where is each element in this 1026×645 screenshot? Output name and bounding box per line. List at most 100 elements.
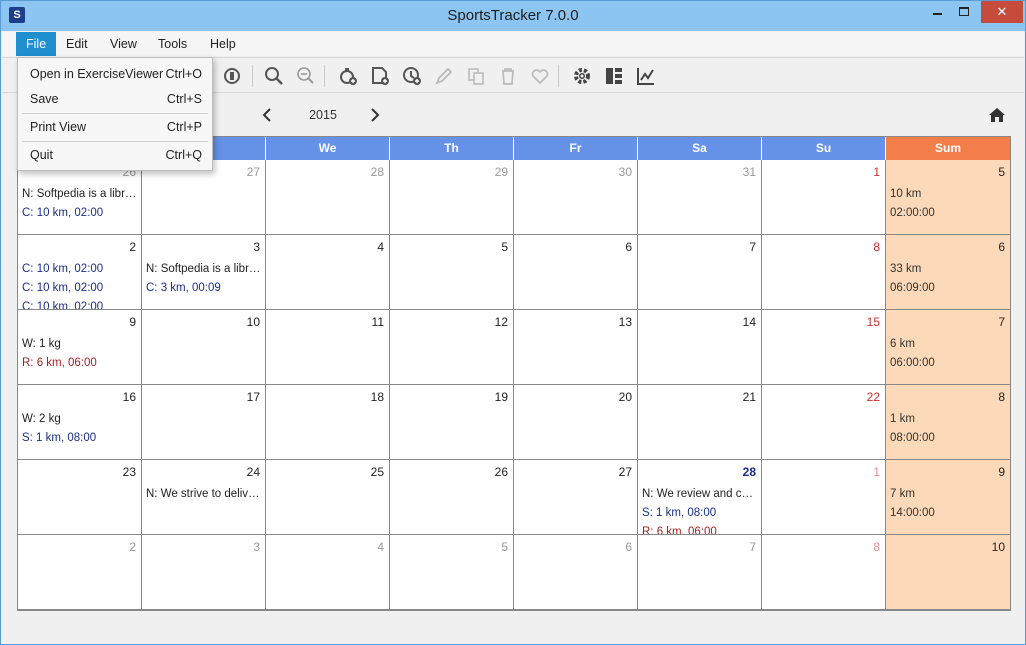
day-cell[interactable]: 4 (266, 235, 390, 310)
menu-tools[interactable]: Tools (148, 32, 197, 56)
edit-button[interactable] (434, 66, 454, 86)
week-summary-cell[interactable]: 5 10 km 02:00:00 (886, 160, 1010, 235)
calendar-entry[interactable]: N: Softpedia is a libra... (22, 185, 137, 204)
copy-button[interactable] (466, 66, 486, 86)
day-cell[interactable]: 2 C: 10 km, 02:00 C: 10 km, 02:00 C: 10 km,… (18, 235, 142, 310)
day-cell[interactable]: 8 (762, 235, 886, 310)
home-button[interactable] (988, 106, 1006, 124)
weekday-header: Sum (886, 137, 1010, 160)
day-cell[interactable]: 3 (142, 535, 266, 610)
day-cell[interactable]: 26 (390, 460, 514, 535)
minimize-button[interactable] (923, 1, 951, 23)
week-summary-cell[interactable]: 7 6 km 06:00:00 (886, 310, 1010, 385)
day-cell[interactable]: 28 N: We review and cat... S: 1 km, 08:00 R… (638, 460, 762, 535)
day-cell[interactable]: 22 (762, 385, 886, 460)
day-cell[interactable]: 1 (762, 160, 886, 235)
week-summary-cell[interactable]: 10 (886, 535, 1010, 610)
day-cell[interactable]: 27 (514, 460, 638, 535)
calendar-entry[interactable]: W: 1 kg (22, 335, 137, 354)
add-note-button[interactable] (370, 66, 390, 86)
day-cell[interactable]: 27 (142, 160, 266, 235)
day-cell[interactable]: 17 (142, 385, 266, 460)
calendar-entry[interactable]: C: 10 km, 02:00 (22, 260, 137, 279)
day-cell[interactable]: 9 W: 1 kg R: 6 km, 06:00 (18, 310, 142, 385)
day-cell[interactable]: 7 (638, 535, 762, 610)
calendar-entry[interactable]: C: 10 km, 02:00 (22, 298, 137, 309)
day-cell[interactable]: 13 (514, 310, 638, 385)
day-cell[interactable]: 20 (514, 385, 638, 460)
week-summary-cell[interactable]: 9 7 km 14:00:00 (886, 460, 1010, 535)
summary-value: 1 km (890, 413, 915, 425)
close-button[interactable]: ✕ (981, 1, 1023, 23)
day-cell[interactable]: 5 (390, 535, 514, 610)
calendar-entry[interactable]: C: 10 km, 02:00 (22, 279, 137, 298)
menu-save[interactable]: Save Ctrl+S (18, 86, 212, 112)
day-cell[interactable]: 6 (514, 535, 638, 610)
menu-print-view[interactable]: Print View Ctrl+P (18, 114, 212, 140)
day-cell[interactable]: 4 (266, 535, 390, 610)
calendar-entry[interactable]: S: 1 km, 08:00 (642, 504, 757, 523)
calendar-view-button[interactable] (222, 66, 242, 86)
maximize-button[interactable] (951, 1, 977, 23)
day-cell[interactable]: 10 (142, 310, 266, 385)
title-bar[interactable]: S SportsTracker 7.0.0 ✕ (1, 1, 1025, 31)
week-summary-cell[interactable]: 6 33 km 06:09:00 (886, 235, 1010, 310)
menu-view[interactable]: View (100, 32, 147, 56)
day-cell[interactable]: 16 W: 2 kg S: 1 km, 08:00 (18, 385, 142, 460)
day-cell[interactable]: 31 (638, 160, 762, 235)
menu-open-in-exerciseviewer[interactable]: Open in ExerciseViewer Ctrl+O (18, 61, 212, 87)
day-cell[interactable]: 26 N: Softpedia is a libra... C: 10 km, 02… (18, 160, 142, 235)
day-cell[interactable]: 14 (638, 310, 762, 385)
calendar-grid: MoTuWeThFrSaSuSum 26N: Softpedia is a li… (17, 136, 1011, 611)
day-cell[interactable]: 6 (514, 235, 638, 310)
calendar-entry[interactable]: N: We review and cat... (642, 485, 757, 504)
calendar-entry[interactable]: C: 10 km, 02:00 (22, 204, 137, 223)
settings-button[interactable] (572, 66, 592, 86)
calendar-entry[interactable]: R: 6 km, 06:00 (642, 523, 757, 534)
day-cell[interactable]: 7 (638, 235, 762, 310)
day-cell[interactable]: 25 (266, 460, 390, 535)
list-view-button[interactable] (604, 66, 624, 86)
menu-edit[interactable]: Edit (56, 32, 98, 56)
day-cell[interactable]: 11 (266, 310, 390, 385)
entry-list: N: We strive to delive... (146, 485, 261, 504)
day-cell[interactable]: 1 (762, 460, 886, 535)
delete-button[interactable] (498, 66, 518, 86)
day-cell[interactable]: 8 (762, 535, 886, 610)
calendar-entry[interactable]: S: 1 km, 08:00 (22, 429, 137, 448)
statistics-button[interactable] (636, 66, 656, 86)
zoom-out-button[interactable] (296, 66, 316, 86)
chevron-right-icon (371, 108, 380, 122)
day-cell[interactable]: 29 (390, 160, 514, 235)
calendar-entry[interactable]: N: Softpedia is a libra... (146, 260, 261, 279)
calendar-entry[interactable]: R: 6 km, 06:00 (22, 354, 137, 373)
day-number: 18 (370, 390, 384, 404)
add-weight-button[interactable] (402, 66, 422, 86)
entry-list: 1 km 08:00:00 (890, 410, 1006, 448)
calendar-entry[interactable]: W: 2 kg (22, 410, 137, 429)
menu-quit[interactable]: Quit Ctrl+Q (18, 142, 212, 168)
zoom-in-button[interactable] (264, 66, 284, 86)
day-cell[interactable]: 5 (390, 235, 514, 310)
previous-button[interactable] (260, 106, 274, 124)
day-cell[interactable]: 24 N: We strive to delive... (142, 460, 266, 535)
next-button[interactable] (368, 106, 382, 124)
day-cell[interactable]: 2 (18, 535, 142, 610)
day-cell[interactable]: 23 (18, 460, 142, 535)
add-exercise-button[interactable] (338, 66, 358, 86)
menu-help[interactable]: Help (200, 32, 246, 56)
calendar-entry[interactable]: N: We strive to delive... (146, 485, 261, 504)
day-cell[interactable]: 15 (762, 310, 886, 385)
week-summary-cell[interactable]: 8 1 km 08:00:00 (886, 385, 1010, 460)
heart-button[interactable] (530, 66, 550, 86)
menu-file[interactable]: File (16, 32, 57, 56)
day-number: 31 (742, 165, 756, 179)
day-cell[interactable]: 21 (638, 385, 762, 460)
calendar-entry[interactable]: C: 3 km, 00:09 (146, 279, 261, 298)
day-cell[interactable]: 19 (390, 385, 514, 460)
day-cell[interactable]: 28 (266, 160, 390, 235)
day-cell[interactable]: 30 (514, 160, 638, 235)
day-cell[interactable]: 3 N: Softpedia is a libra... C: 3 km, 00:0… (142, 235, 266, 310)
day-cell[interactable]: 18 (266, 385, 390, 460)
day-cell[interactable]: 12 (390, 310, 514, 385)
